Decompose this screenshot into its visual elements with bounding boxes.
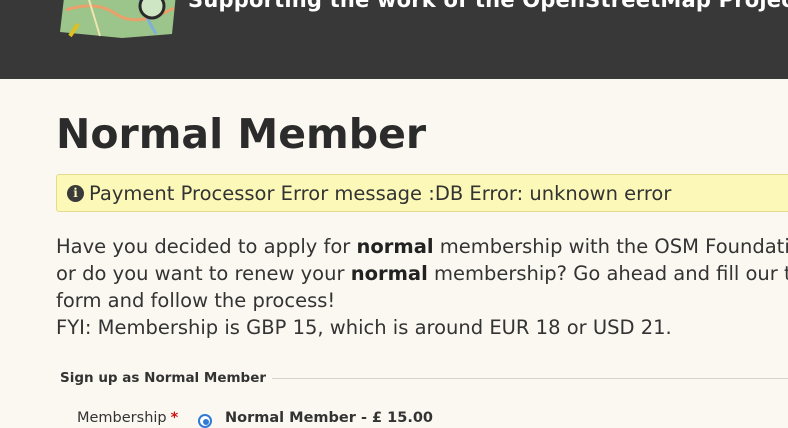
intro-emphasis: normal bbox=[356, 235, 434, 258]
fieldset-legend: Sign up as Normal Member bbox=[60, 370, 273, 386]
intro-text: Have you decided to apply for normal mem… bbox=[56, 233, 788, 341]
normal-member-radio[interactable] bbox=[198, 414, 212, 428]
intro-emphasis: normal bbox=[350, 262, 428, 285]
site-tagline: Supporting the work of the OpenStreetMap… bbox=[188, 0, 788, 12]
info-circle-icon: i bbox=[67, 185, 84, 202]
error-alert: i Payment Processor Error message :DB Er… bbox=[56, 174, 788, 212]
intro-text-segment: membership with the OSM Foundation, bbox=[433, 235, 788, 258]
intro-line-3: form and follow the process! bbox=[56, 289, 336, 312]
intro-text-segment: or do you want to renew your bbox=[56, 262, 351, 285]
intro-text-segment: Have you decided to apply for bbox=[56, 235, 357, 258]
alert-message: Payment Processor Error message :DB Erro… bbox=[89, 182, 672, 205]
site-header: Supporting the work of the OpenStreetMap… bbox=[0, 0, 788, 79]
page-title: Normal Member bbox=[56, 110, 427, 158]
intro-text-segment: membership? Go ahead and fill our this bbox=[427, 262, 788, 285]
intro-line-1: Have you decided to apply for normal mem… bbox=[56, 233, 788, 260]
osm-logo-icon[interactable] bbox=[56, 0, 180, 38]
intro-line-4: FYI: Membership is GBP 15, which is arou… bbox=[56, 316, 672, 339]
intro-line-2: or do you want to renew your normal memb… bbox=[56, 260, 788, 287]
